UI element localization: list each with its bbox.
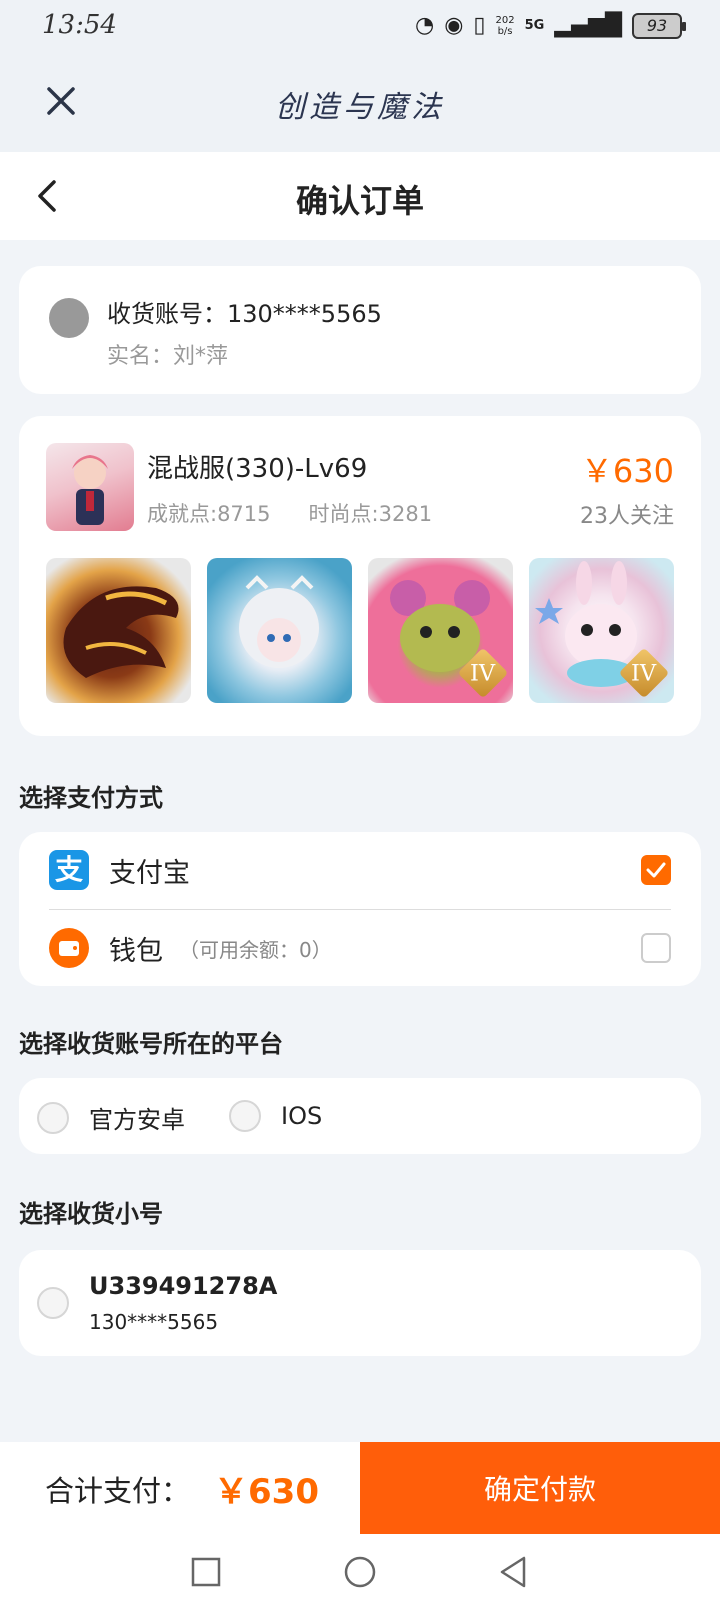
system-nav-bar bbox=[0, 1534, 720, 1612]
status-bar: 13:54 ◔ ◉ ▯ 202 b/s 5G ▂▄▆█ 93 bbox=[0, 0, 720, 54]
payment-option-wallet[interactable]: 钱包 （可用余额：0） bbox=[19, 910, 701, 986]
total-amount: ￥630 bbox=[214, 1472, 319, 1512]
check-icon bbox=[646, 862, 666, 878]
platform-option-ios[interactable]: IOS bbox=[229, 1100, 322, 1132]
account-realname: 实名：刘*萍 bbox=[107, 344, 229, 369]
alipay-checkbox[interactable] bbox=[641, 855, 671, 885]
battery-icon: 93 bbox=[632, 13, 686, 39]
payment-section-title: 选择支付方式 bbox=[19, 784, 163, 812]
wallet-icon bbox=[49, 928, 89, 968]
wallet-balance: （可用余额：0） bbox=[179, 937, 332, 962]
recents-icon[interactable] bbox=[188, 1554, 224, 1590]
status-icons: ◔ ◉ ▯ 202 b/s 5G ▂▄▆█ 93 bbox=[414, 12, 686, 40]
alt-account-id: U339491278A bbox=[89, 1272, 278, 1300]
account-card: 收货账号：130****5565 实名：刘*萍 bbox=[19, 266, 701, 394]
eye-icon: ◉ bbox=[444, 13, 464, 38]
dragon-mount-image[interactable] bbox=[46, 558, 191, 703]
back-nav-icon[interactable] bbox=[496, 1554, 532, 1590]
alt-account-card[interactable]: U339491278A 130****5565 bbox=[19, 1250, 701, 1356]
radio-button[interactable] bbox=[37, 1101, 69, 1134]
network-speed: 202 b/s bbox=[495, 15, 515, 37]
doll-icon bbox=[239, 575, 319, 668]
alt-account-section-title: 选择收货小号 bbox=[19, 1200, 163, 1228]
achievement-points: 成就点:8715 bbox=[147, 502, 271, 526]
doll-pet-image[interactable] bbox=[207, 558, 352, 703]
app-title: 创造与魔法 bbox=[275, 90, 445, 125]
vibrate-icon: ▯ bbox=[473, 13, 486, 38]
item-gallery: IV IV bbox=[46, 558, 674, 703]
wallet-checkbox[interactable] bbox=[641, 933, 671, 963]
dragon-icon bbox=[63, 586, 179, 678]
rabbit-pet-image[interactable]: IV bbox=[529, 558, 674, 703]
product-stats: 成就点:8715 时尚点:3281 bbox=[147, 498, 432, 528]
status-time: 13:54 bbox=[42, 10, 117, 40]
radio-button[interactable] bbox=[37, 1287, 69, 1319]
alipay-icon: 支 bbox=[49, 850, 89, 890]
platform-option-android[interactable]: 官方安卓 bbox=[37, 1100, 185, 1135]
payment-card: 支 支付宝 钱包 （可用余额：0） bbox=[19, 832, 701, 986]
app-header: 创造与魔法 bbox=[0, 54, 720, 152]
confirm-payment-button[interactable]: 确定付款 bbox=[360, 1442, 720, 1534]
bear-pet-image[interactable]: IV bbox=[368, 558, 513, 703]
fashion-points: 时尚点:3281 bbox=[308, 502, 433, 526]
payment-option-label: 钱包 bbox=[109, 935, 163, 967]
platform-label: 官方安卓 bbox=[89, 1106, 185, 1134]
page-title: 确认订单 bbox=[295, 182, 424, 220]
avatar bbox=[49, 298, 89, 338]
home-icon[interactable] bbox=[342, 1554, 378, 1590]
payment-option-label: 支付宝 bbox=[109, 857, 190, 889]
data-saver-icon: ◔ bbox=[414, 13, 435, 38]
product-card[interactable]: 混战服(330)-Lv69 成就点:8715 时尚点:3281 ￥630 23人… bbox=[19, 416, 701, 736]
payment-option-alipay[interactable]: 支 支付宝 bbox=[19, 832, 701, 908]
checkout-bar: 合计支付： ￥630 确定付款 bbox=[0, 1442, 720, 1534]
page-header: 确认订单 bbox=[0, 152, 720, 240]
product-price: ￥630 bbox=[580, 452, 674, 490]
character-thumbnail bbox=[46, 443, 134, 531]
character-image bbox=[72, 455, 108, 525]
platform-section-title: 选择收货账号所在的平台 bbox=[19, 1030, 283, 1058]
total-label: 合计支付： bbox=[45, 1474, 191, 1508]
product-name: 混战服(330)-Lv69 bbox=[147, 454, 368, 484]
account-number: 收货账号：130****5565 bbox=[107, 300, 382, 328]
platform-label: IOS bbox=[281, 1102, 323, 1130]
radio-button[interactable] bbox=[229, 1100, 261, 1132]
platform-card: 官方安卓 IOS bbox=[19, 1078, 701, 1154]
network-type: 5G bbox=[524, 18, 545, 33]
alt-account-phone: 130****5565 bbox=[89, 1310, 219, 1334]
signal-icon: ▂▄▆█ bbox=[554, 13, 622, 38]
follower-count: 23人关注 bbox=[580, 504, 674, 529]
